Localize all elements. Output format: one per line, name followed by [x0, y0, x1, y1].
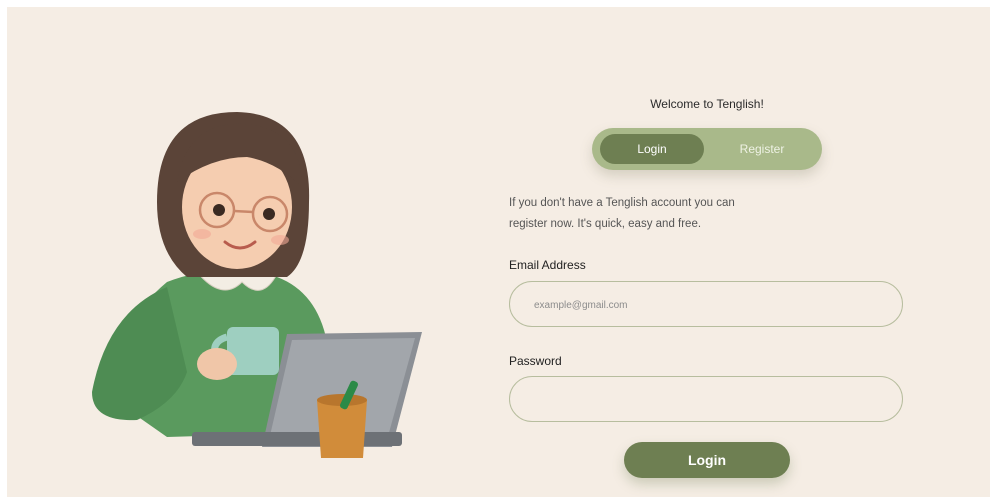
- auth-toggle: Login Register: [592, 128, 822, 170]
- register-description: If you don't have a Tenglish account you…: [509, 193, 809, 235]
- tab-register[interactable]: Register: [710, 134, 814, 164]
- password-label: Password: [509, 354, 562, 368]
- login-page: Welcome to Tenglish! Login Register If y…: [7, 7, 990, 497]
- welcome-heading: Welcome to Tenglish!: [650, 97, 764, 111]
- email-field-wrapper: [509, 281, 903, 328]
- description-line-1: If you don't have a Tenglish account you…: [509, 197, 735, 209]
- password-field[interactable]: [532, 377, 876, 423]
- password-field-wrapper: [509, 376, 903, 423]
- email-label: Email Address: [509, 258, 586, 272]
- login-button[interactable]: Login: [624, 442, 790, 478]
- email-field[interactable]: [532, 282, 876, 328]
- girl-with-laptop-illustration: [92, 112, 422, 458]
- description-line-2: register now. It's quick, easy and free.: [509, 218, 702, 230]
- tab-login[interactable]: Login: [600, 134, 704, 164]
